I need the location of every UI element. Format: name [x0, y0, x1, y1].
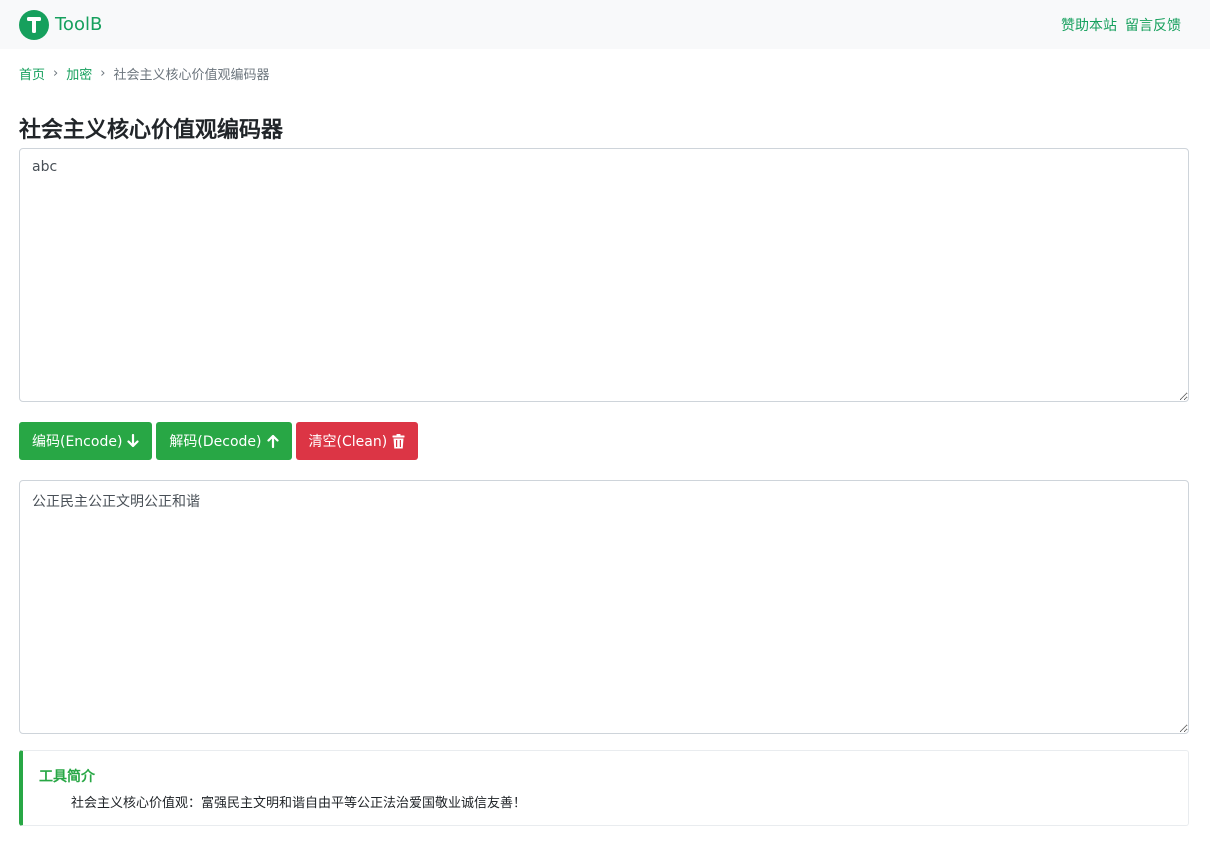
breadcrumb-category[interactable]: 加密 — [66, 64, 92, 83]
breadcrumb-separator: › — [53, 65, 59, 81]
breadcrumb-current: 社会主义核心价值观编码器 — [113, 67, 270, 83]
brand-name: ToolB — [55, 14, 103, 35]
trash-icon — [392, 433, 405, 449]
breadcrumb-home[interactable]: 首页 — [19, 64, 45, 83]
encode-button[interactable]: 编码(Encode) — [19, 422, 153, 460]
feedback-link[interactable]: 留言反馈 — [1125, 15, 1181, 35]
decode-button[interactable]: 解码(Decode) — [156, 422, 292, 460]
navbar: ToolB 赞助本站 留言反馈 — [0, 0, 1210, 49]
clean-button-label: 清空(Clean) — [308, 434, 388, 450]
encode-button-label: 编码(Encode) — [32, 434, 123, 450]
arrow-up-icon — [266, 434, 279, 448]
tool-intro-card: 工具简介 社会主义核心价值观：富强民主文明和谐自由平等公正法治爱国敬业诚信友善！ — [19, 750, 1189, 826]
brand-link[interactable]: ToolB — [19, 9, 103, 40]
breadcrumb: 首页 › 加密 › 社会主义核心价值观编码器 — [19, 63, 269, 83]
action-buttons: 编码(Encode) 解码(Decode) 清空(Clean) — [19, 422, 419, 460]
arrow-down-icon — [127, 434, 140, 448]
intro-title: 工具简介 — [39, 769, 95, 785]
input-textarea[interactable]: abc — [19, 148, 1189, 402]
page-title: 社会主义核心价值观编码器 — [19, 118, 284, 143]
decode-button-label: 解码(Decode) — [169, 434, 262, 450]
intro-text: 社会主义核心价值观：富强民主文明和谐自由平等公正法治爱国敬业诚信友善！ — [71, 796, 527, 811]
breadcrumb-separator: › — [100, 65, 106, 81]
clean-button[interactable]: 清空(Clean) — [295, 422, 419, 460]
sponsor-link[interactable]: 赞助本站 — [1061, 15, 1117, 35]
nav-links: 赞助本站 留言反馈 — [1061, 15, 1181, 35]
output-textarea[interactable]: 公正民主公正文明公正和谐 — [19, 480, 1189, 734]
tool-t-icon — [19, 9, 49, 40]
